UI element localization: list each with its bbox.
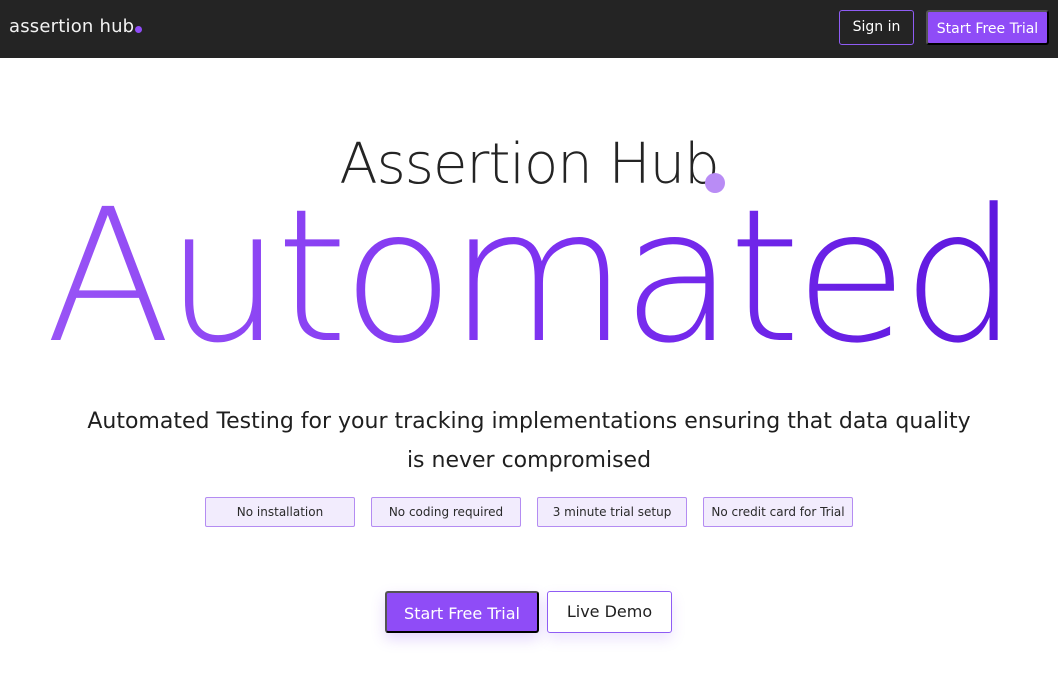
logo-text: assertion hub — [9, 16, 135, 37]
top-navbar: assertion hub Sign in Start Free Trial — [0, 0, 1058, 58]
feature-pill: No installation — [205, 497, 355, 527]
start-free-trial-nav-button[interactable]: Start Free Trial — [926, 10, 1049, 45]
sign-in-button[interactable]: Sign in — [839, 10, 914, 45]
start-free-trial-button[interactable]: Start Free Trial — [385, 591, 539, 633]
feature-pill: No credit card for Trial — [703, 497, 853, 527]
hero-headline: Automated — [0, 182, 1058, 372]
logo-dot-icon — [135, 26, 143, 33]
feature-pill: 3 minute trial setup — [537, 497, 687, 527]
hero-subtitle: Automated Testing for your tracking impl… — [87, 409, 971, 473]
logo[interactable]: assertion hub — [9, 16, 143, 37]
feature-pill: No coding required — [371, 497, 521, 527]
live-demo-button[interactable]: Live Demo — [547, 591, 672, 633]
